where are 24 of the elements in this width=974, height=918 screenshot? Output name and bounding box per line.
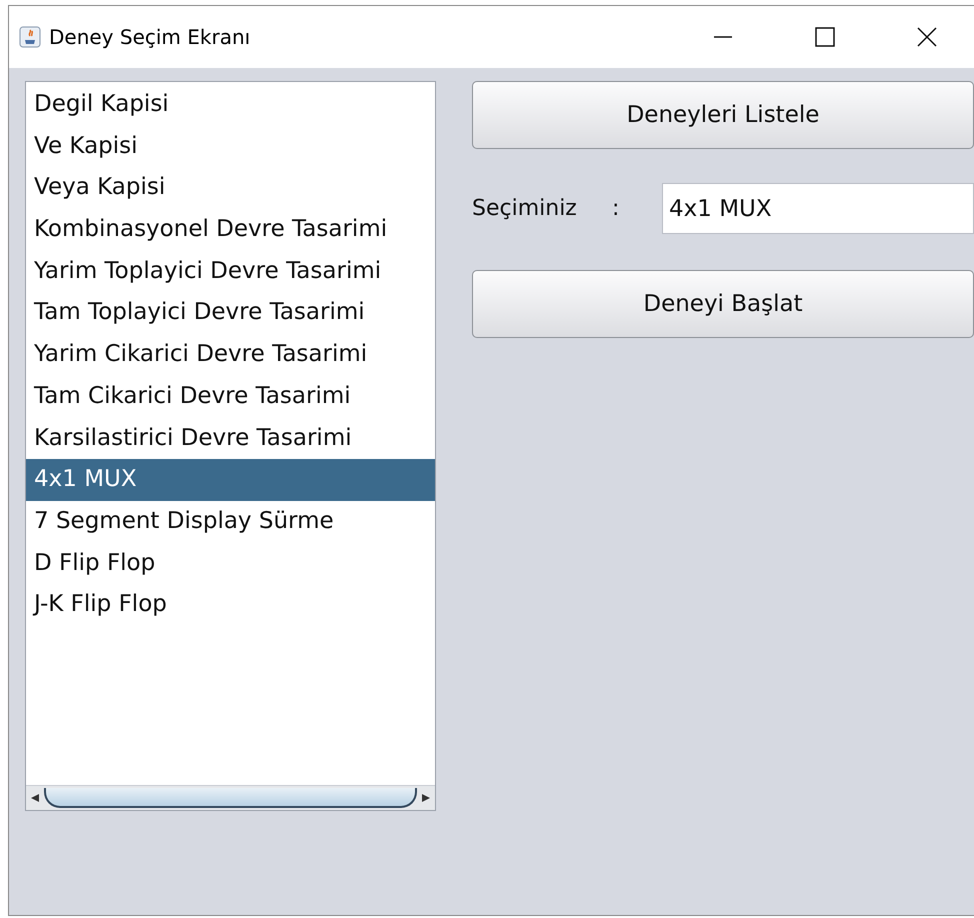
- list-item[interactable]: Yarim Toplayici Devre Tasarimi: [26, 250, 435, 292]
- horizontal-scrollbar[interactable]: [26, 785, 435, 810]
- list-item[interactable]: 7 Segment Display Sürme: [26, 500, 435, 543]
- list-item[interactable]: Ve Kapisi: [26, 126, 435, 168]
- selection-label: Seçiminiz: [472, 196, 578, 221]
- list-item[interactable]: Karsilastirici Devre Tasarimi: [26, 418, 435, 460]
- scrollbar-thumb[interactable]: [44, 788, 417, 808]
- list-item[interactable]: 4x1 MUX: [26, 459, 435, 501]
- list-item[interactable]: Degil Kapisi: [26, 84, 435, 126]
- list-item[interactable]: J-K Flip Flop: [26, 584, 435, 626]
- scroll-right-icon[interactable]: [421, 793, 431, 803]
- list-item[interactable]: Kombinasyonel Devre Tasarimi: [26, 209, 435, 251]
- app-icon: [19, 26, 41, 48]
- list-item[interactable]: Tam Toplayici Devre Tasarimi: [26, 292, 435, 334]
- list-item[interactable]: Yarim Cikarici Devre Tasarimi: [26, 334, 435, 376]
- scroll-left-icon[interactable]: [30, 793, 40, 803]
- colon: :: [612, 196, 620, 221]
- list-item[interactable]: Tam Cikarici Devre Tasarimi: [26, 376, 435, 418]
- list-item[interactable]: D Flip Flop: [26, 542, 435, 584]
- start-experiment-button[interactable]: Deneyi Başlat: [472, 270, 974, 338]
- selection-field[interactable]: 4x1 MUX: [662, 183, 974, 234]
- list-experiments-button[interactable]: Deneyleri Listele: [472, 81, 974, 149]
- list-item[interactable]: Veya Kapisi: [26, 167, 435, 210]
- window-title: Deney Seçim Ekranı: [49, 25, 252, 49]
